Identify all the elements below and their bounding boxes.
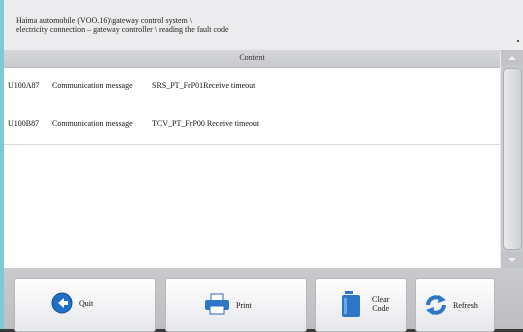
- table-row[interactable]: U100B87 Communication message TCV_PT_FrP…: [4, 106, 500, 145]
- header-mark: [517, 40, 519, 42]
- column-header-label: Content: [239, 53, 265, 62]
- bottom-toolbar: Quit Print Clear Code Refresh: [4, 268, 523, 332]
- fault-type: Communication message: [52, 119, 133, 128]
- vertical-scrollbar[interactable]: [501, 50, 523, 268]
- printer-icon: [205, 293, 229, 315]
- diagnostic-screen: Haima automobile (VOO.16)\gateway contro…: [0, 0, 523, 332]
- quit-label: Quit: [79, 299, 94, 308]
- clear-code-button[interactable]: Clear Code: [315, 278, 407, 332]
- fault-code-table: U100A87 Communication message SRS_PT_FrP…: [4, 68, 500, 268]
- refresh-label: Refresh: [453, 301, 478, 310]
- scroll-down-button[interactable]: [501, 252, 523, 268]
- fault-code: U100A87: [8, 81, 40, 90]
- header: Haima automobile (VOO.16)\gateway contro…: [4, 0, 523, 51]
- fault-type: Communication message: [52, 81, 133, 90]
- refresh-button[interactable]: Refresh: [415, 278, 495, 332]
- back-arrow-icon: [51, 292, 73, 314]
- refresh-icon: [426, 295, 446, 315]
- scroll-thumb[interactable]: [503, 68, 522, 250]
- fault-message: SRS_PT_FrP01Receive timeout: [152, 81, 256, 90]
- column-header: Content: [4, 50, 500, 68]
- clear-code-label: Clear Code: [372, 295, 390, 313]
- scroll-up-button[interactable]: [501, 50, 523, 66]
- fault-message: TCV_PT_FrP00 Receive timeout: [152, 119, 260, 128]
- print-button[interactable]: Print: [165, 278, 307, 332]
- clear-code-icon: [342, 291, 360, 317]
- breadcrumb: Haima automobile (VOO.16)\gateway contro…: [16, 16, 229, 34]
- fault-code: U100B87: [8, 119, 40, 128]
- print-label: Print: [236, 301, 252, 310]
- table-row[interactable]: U100A87 Communication message SRS_PT_FrP…: [4, 68, 500, 107]
- quit-button[interactable]: Quit: [14, 278, 156, 332]
